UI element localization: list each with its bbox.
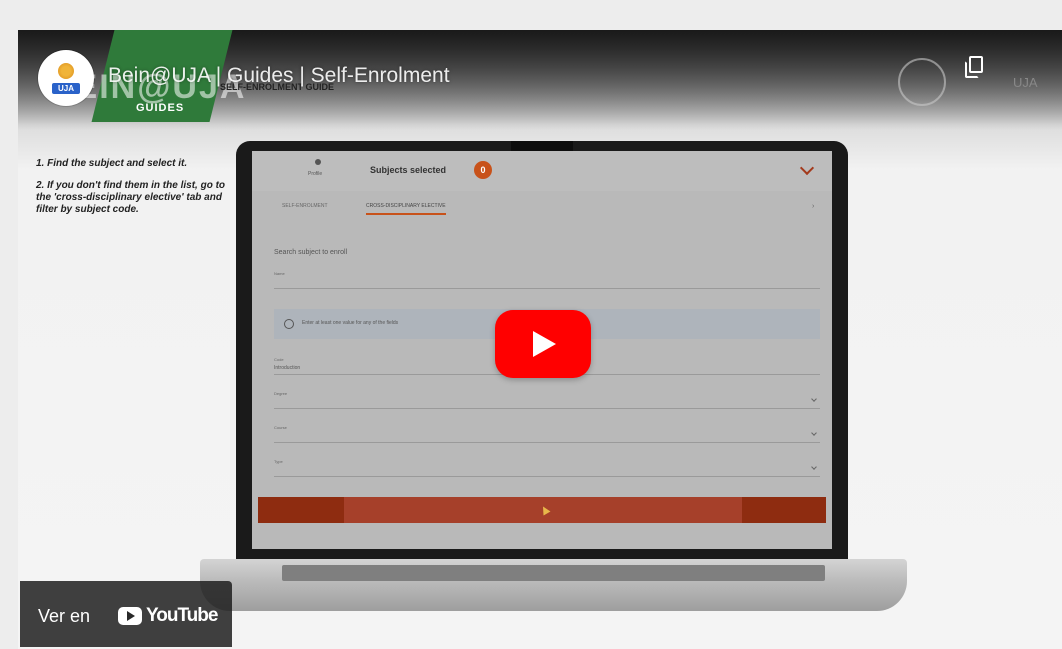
subjects-count-badge: 0	[474, 161, 492, 179]
university-seal-icon	[898, 58, 946, 106]
info-icon	[284, 319, 294, 329]
field-degree: Degree	[274, 391, 820, 409]
watch-on-youtube-button[interactable]: Ver en YouTube	[20, 581, 232, 647]
info-text: Enter at least one value for any of the …	[302, 320, 399, 326]
chevron-right-icon: ›	[812, 203, 815, 210]
top-right-code: UJA	[1013, 75, 1038, 90]
dropdown-arrow-icon	[811, 464, 817, 470]
tab-self-enrolment: SELF-ENROLMENT	[282, 203, 328, 209]
field-name: Name	[274, 271, 820, 289]
keyboard	[282, 565, 825, 581]
channel-avatar[interactable]: UJA	[38, 50, 94, 106]
page: BEIN@UJA GUIDES SELF-ENROLMENT GUIDE UJA…	[0, 0, 1062, 649]
dropdown-arrow-icon	[811, 430, 817, 436]
tab-cross-disciplinary: CROSS-DISCIPLINARY ELECTIVE	[366, 203, 446, 215]
instructions-panel: 1. Find the subject and select it. 2. If…	[36, 158, 231, 226]
sun-icon	[58, 62, 74, 79]
cursor-icon	[539, 504, 551, 516]
subjects-selected-label: Subjects selected	[370, 165, 447, 175]
copy-link-icon[interactable]	[960, 52, 990, 82]
dropdown-arrow-icon	[811, 396, 817, 402]
play-icon	[533, 331, 556, 357]
instruction-step-1: 1. Find the subject and select it.	[36, 158, 188, 169]
avatar-badge: UJA	[51, 82, 80, 94]
chevron-down-icon	[799, 160, 815, 176]
app-header: Profile Subjects selected 0	[252, 151, 832, 191]
youtube-logo-icon: YouTube	[118, 604, 218, 628]
youtube-embed-player[interactable]: BEIN@UJA GUIDES SELF-ENROLMENT GUIDE UJA…	[18, 30, 1062, 649]
play-button[interactable]	[495, 310, 591, 378]
field-type: Type	[274, 459, 820, 477]
video-title[interactable]: Bein@UJA | Guides | Self-Enrolment	[108, 64, 450, 88]
laptop-base	[200, 559, 907, 611]
field-course: Course	[274, 425, 820, 443]
brand-guides-label: GUIDES	[136, 102, 185, 114]
instruction-step-2: 2. If you don't find them in the list, g…	[36, 180, 226, 215]
profile-icon: Profile	[308, 159, 328, 183]
search-title: Search subject to enroll	[274, 249, 348, 256]
watch-on-label: Ver en	[38, 606, 91, 626]
